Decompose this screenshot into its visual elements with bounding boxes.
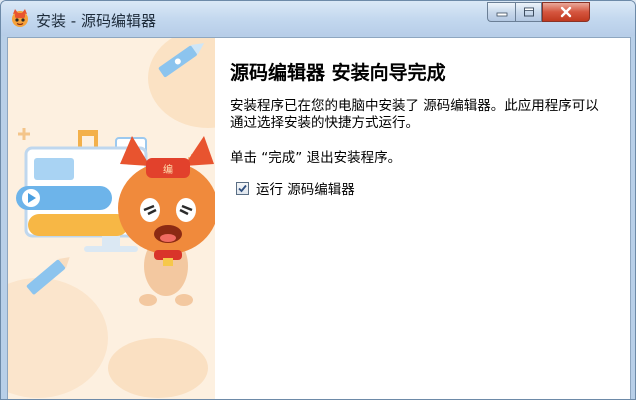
page-title: 源码编辑器 安装向导完成 [230, 62, 446, 84]
minimize-button[interactable] [487, 2, 515, 22]
svg-text:编: 编 [163, 163, 173, 176]
app-mascot-icon [12, 9, 28, 27]
content-panel: 源码编辑器 安装向导完成 安装程序已在您的电脑中安装了 源码编辑器。此应用程序可… [228, 38, 628, 399]
mascot-character: 编 [118, 136, 215, 306]
minimize-icon [496, 12, 507, 17]
run-checkbox[interactable] [236, 181, 249, 195]
close-icon [560, 6, 572, 18]
completion-message: 安装程序已在您的电脑中安装了 源码编辑器。此应用程序可以通过选择安装的快捷方式运… [230, 98, 599, 131]
banner-illustration: 编 [8, 38, 215, 399]
run-after-install-option[interactable]: 运行 源码编辑器 [236, 178, 355, 198]
maximize-icon [523, 7, 534, 17]
window-title: 安装 - 源码编辑器 [36, 12, 156, 30]
checkmark-icon [238, 184, 247, 192]
title-bar[interactable]: 安装 - 源码编辑器 [1, 1, 635, 36]
run-checkbox-label[interactable]: 运行 源码编辑器 [256, 178, 355, 198]
maximize-button[interactable] [515, 2, 542, 22]
finish-instruction: 单击 “完成” 退出安装程序。 [230, 150, 402, 166]
close-button[interactable] [542, 2, 590, 22]
installer-client-area: 编 源码编辑器 安装向导完成 安装程序已在您的电脑中安装了 源码编辑器。此应用程… [7, 37, 631, 399]
installer-window: 安装 - 源码编辑器 编 源码编辑器 安装向导完成 安装程序已在您的电脑中安装了… [0, 0, 636, 400]
banner-artwork: 编 [8, 38, 215, 398]
